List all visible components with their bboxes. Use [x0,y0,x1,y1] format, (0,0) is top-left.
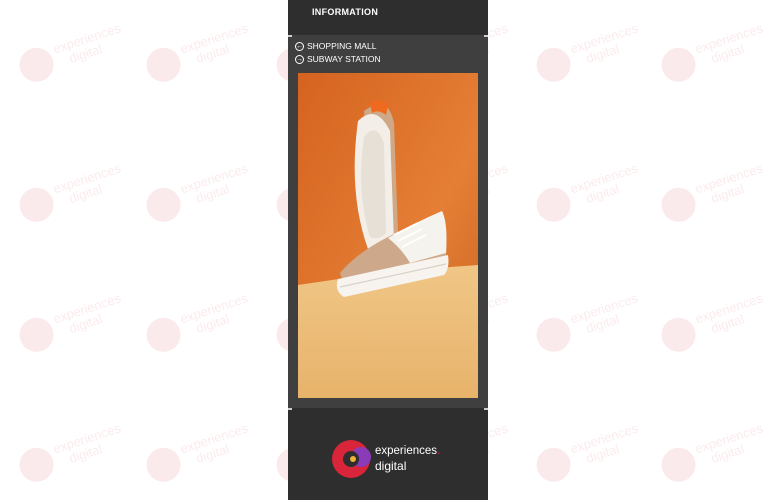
watermark-mark-icon [532,313,575,357]
watermark-logo: experiencesdigital [530,284,649,364]
watermark-logo: experiencesdigital [530,414,649,494]
arrow-left-circle-icon: ← [295,41,304,51]
watermark-logo: experiencesdigital [530,14,649,94]
location-menu: ← SHOPPING MALL → SUBWAY STATION [295,40,381,66]
watermark-mark-icon [532,183,575,227]
watermark-mark-icon [532,443,575,487]
watermark-mark-icon [657,43,700,87]
watermark-logo: experiencesdigital [140,154,259,234]
watermark-logo: experiencesdigital [655,284,774,364]
divider-mark-right [484,408,488,410]
header-bar: INFORMATION [288,0,488,35]
brand-logo: experiences. digital [331,435,461,481]
watermark-logo: experiencesdigital [140,284,259,364]
watermark-mark-icon [142,43,185,87]
divider-mark-right [484,35,488,37]
divider-mark-left [288,35,292,37]
watermark-mark-icon [142,443,185,487]
brand-mark-icon [332,440,371,478]
divider-mark-left [288,408,292,410]
watermark-mark-icon [657,443,700,487]
brand-name-line1: experiences. [375,445,441,457]
watermark-logo: experiencesdigital [140,414,259,494]
watermark-logo: experiencesdigital [655,154,774,234]
watermark-logo: experiencesdigital [13,154,132,234]
watermark-logo: experiencesdigital [655,414,774,494]
kiosk-display: INFORMATION ← SHOPPING MALL → SUBWAY STA… [288,0,488,500]
watermark-mark-icon [15,183,58,227]
watermark-mark-icon [15,313,58,357]
menu-item-label: SUBWAY STATION [307,54,381,64]
menu-item-shopping-mall[interactable]: ← SHOPPING MALL [295,40,381,52]
menu-item-subway-station[interactable]: → SUBWAY STATION [295,53,381,65]
watermark-mark-icon [142,183,185,227]
sneaker-image [298,73,478,398]
arrow-right-circle-icon: → [295,54,304,64]
watermark-mark-icon [142,313,185,357]
watermark-logo: experiencesdigital [13,414,132,494]
watermark-mark-icon [657,313,700,357]
footer-bar: experiences. digital [288,408,488,500]
watermark-logo: experiencesdigital [655,14,774,94]
watermark-mark-icon [532,43,575,87]
menu-item-label: SHOPPING MALL [307,41,377,51]
brand-name-line2: digital [375,459,407,473]
watermark-mark-icon [15,43,58,87]
watermark-logo: experiencesdigital [530,154,649,234]
watermark-mark-icon [15,443,58,487]
watermark-mark-icon [657,183,700,227]
header-title: INFORMATION [312,7,379,17]
watermark-logo: experiencesdigital [140,14,259,94]
watermark-logo: experiencesdigital [13,14,132,94]
product-photo [298,73,478,398]
watermark-logo: experiencesdigital [13,284,132,364]
